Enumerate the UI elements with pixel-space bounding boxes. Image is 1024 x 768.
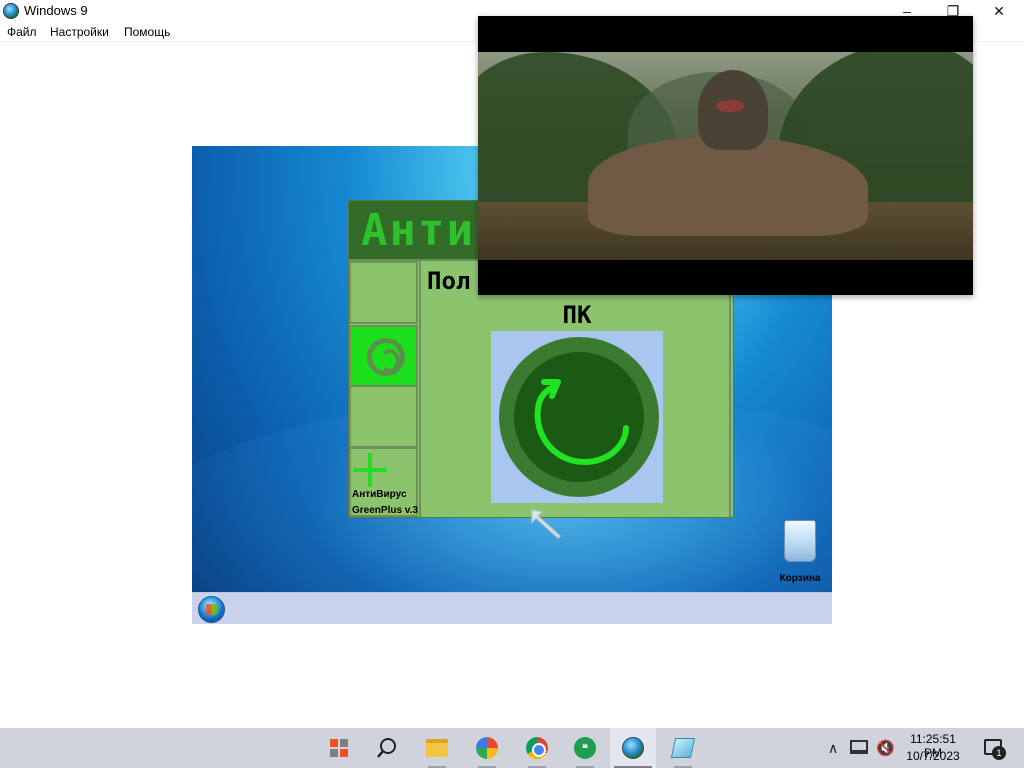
- plus-icon: [353, 453, 387, 487]
- recycle-bin[interactable]: Корзина: [780, 518, 820, 584]
- protection-icon: [367, 338, 405, 376]
- emulated-start-button[interactable]: [198, 596, 225, 623]
- chrome-icon: [526, 737, 548, 759]
- taskbar-windows9-vm[interactable]: [610, 728, 656, 768]
- video-overlay[interactable]: [478, 16, 973, 295]
- hangouts-icon: ❝: [574, 737, 596, 759]
- app-icon: [3, 3, 19, 19]
- sidebar-tab-1[interactable]: [349, 261, 418, 324]
- volume-muted-icon[interactable]: 🔇: [876, 739, 895, 757]
- sidebar-tab-protection[interactable]: [349, 325, 418, 388]
- video-scene-creature: [698, 70, 768, 150]
- clock-date[interactable]: 10/7/2023: [900, 749, 966, 763]
- taskbar-chrome[interactable]: [514, 728, 560, 768]
- host-taskbar: ❝ ∧ 🔇 11:25:51 PM 10/7/2023 1: [0, 728, 1024, 768]
- network-icon[interactable]: [850, 740, 868, 754]
- menu-settings[interactable]: Настройки: [50, 25, 109, 39]
- refresh-icon: [534, 379, 629, 466]
- brand-name: АнтиВирус: [352, 489, 407, 500]
- tray-overflow-chevron[interactable]: ∧: [828, 740, 838, 757]
- notes-icon: [670, 738, 696, 758]
- mouse-cursor-icon: [531, 509, 562, 540]
- search-button[interactable]: [364, 728, 410, 768]
- sidebar-tab-3[interactable]: [349, 385, 418, 448]
- video-scene-creature-mouth: [716, 100, 744, 112]
- antivirus-sidebar: АнтиВирус GreenPlus v.3: [349, 261, 419, 517]
- taskbar-photos[interactable]: [464, 728, 510, 768]
- emulated-taskbar: [192, 592, 832, 624]
- scan-button[interactable]: [499, 337, 659, 497]
- start-button[interactable]: [316, 728, 362, 768]
- notification-count-badge: 1: [992, 746, 1006, 760]
- screen: Windows 9 – ❐ ✕ Файл Настройки Помощь Ко…: [0, 0, 1024, 768]
- scan-button-inner: [514, 352, 644, 482]
- status-text-line2: ПК: [562, 301, 592, 329]
- taskbar-hangouts[interactable]: ❝: [562, 728, 608, 768]
- taskbar-notes[interactable]: [660, 728, 706, 768]
- scan-area: [491, 331, 663, 503]
- antivirus-header-title: Анти: [361, 205, 475, 256]
- sidebar-tab-add[interactable]: АнтиВирус GreenPlus v.3: [349, 447, 418, 517]
- windows9-vm-icon: [622, 737, 644, 759]
- menu-help[interactable]: Помощь: [124, 25, 170, 39]
- search-icon: [377, 738, 396, 758]
- video-scene-beast: [588, 136, 868, 236]
- antivirus-content: Пол ПК: [419, 261, 731, 517]
- brand-version: GreenPlus v.3: [352, 505, 418, 516]
- video-frame: [478, 52, 973, 260]
- recycle-bin-label: Корзина: [779, 573, 821, 584]
- start-icon: [330, 739, 348, 757]
- photos-icon: [476, 737, 498, 759]
- file-explorer-icon: [426, 739, 448, 757]
- window-title: Windows 9: [24, 3, 88, 18]
- close-button[interactable]: ✕: [976, 0, 1022, 22]
- taskbar-file-explorer[interactable]: [414, 728, 460, 768]
- menu-file[interactable]: Файл: [7, 25, 37, 39]
- status-text-line1: Пол: [427, 267, 471, 295]
- recycle-bin-icon: [784, 520, 816, 562]
